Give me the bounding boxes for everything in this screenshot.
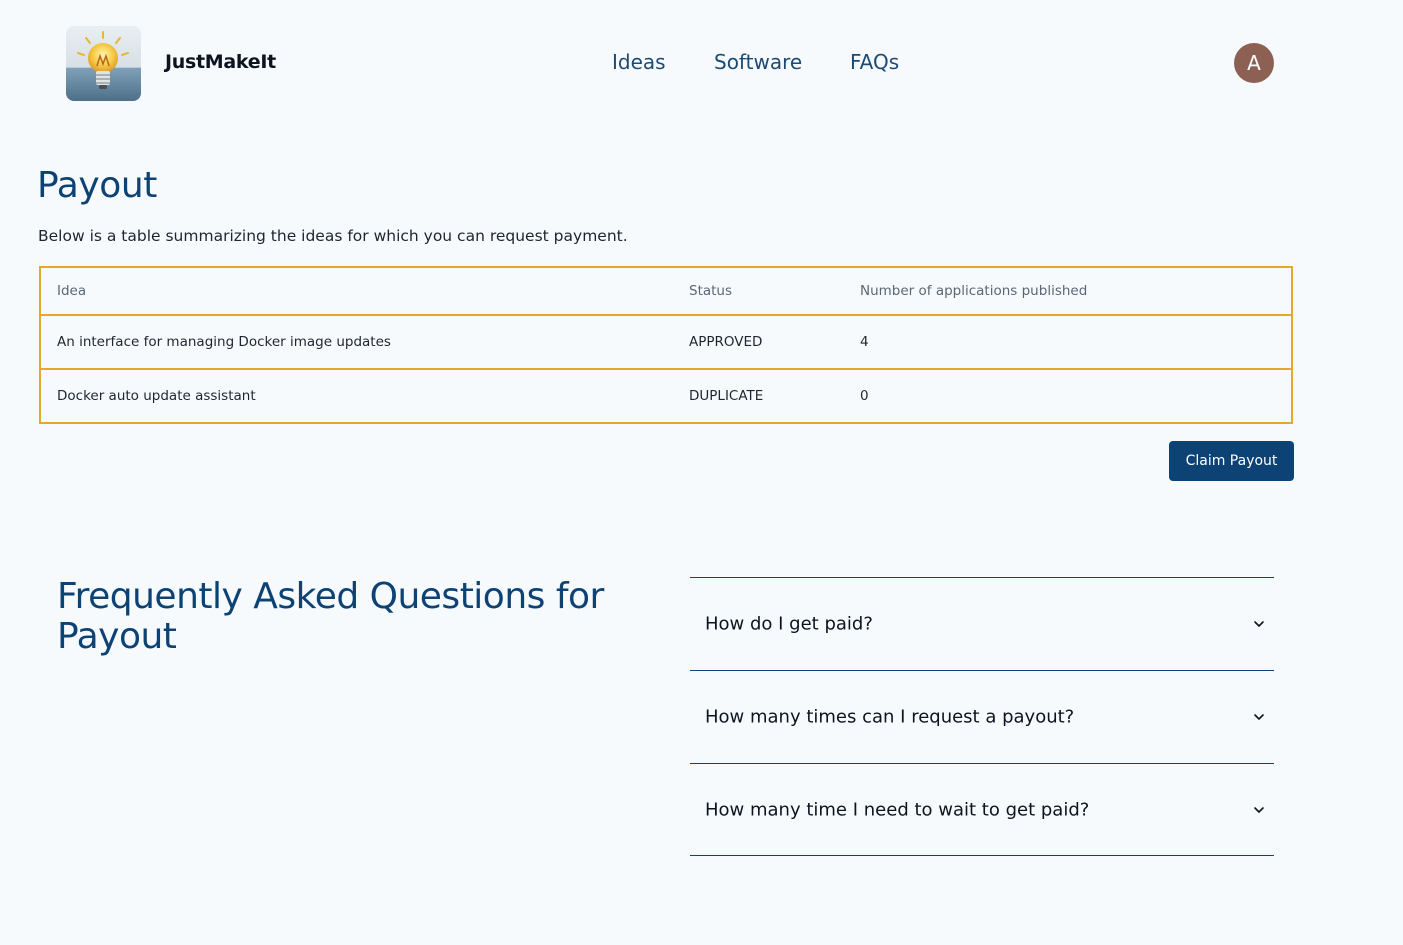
table-row: Docker auto update assistant DUPLICATE 0	[41, 370, 1291, 422]
faq-question: How many times can I request a payout?	[705, 706, 1075, 728]
faq-question: How do I get paid?	[705, 613, 873, 635]
nav-faqs[interactable]: FAQs	[850, 50, 899, 74]
payout-table: Idea Status Number of applications publi…	[39, 266, 1293, 424]
nav-ideas[interactable]: Ideas	[612, 50, 666, 74]
chevron-down-icon	[1254, 806, 1264, 813]
faq-title: Frequently Asked Questions for Payout	[57, 576, 604, 657]
table-row: An interface for managing Docker image u…	[41, 316, 1291, 370]
chevron-down-icon	[1254, 714, 1264, 720]
column-header-status: Status	[689, 283, 733, 299]
chevron-down-icon	[1254, 621, 1264, 627]
faq-item[interactable]: How many time I need to wait to get paid…	[690, 763, 1274, 856]
page-title: Payout	[37, 165, 158, 206]
page-description: Below is a table summarizing the ideas f…	[38, 227, 628, 245]
cell-applications: 4	[860, 334, 869, 350]
brand-name[interactable]: JustMakeIt	[165, 51, 276, 73]
cell-applications: 0	[860, 388, 869, 404]
column-header-applications: Number of applications published	[860, 283, 1088, 299]
claim-payout-button[interactable]: Claim Payout	[1169, 441, 1294, 481]
nav-software[interactable]: Software	[714, 50, 802, 74]
faq-item[interactable]: How do I get paid?	[690, 577, 1274, 670]
table-header-row: Idea Status Number of applications publi…	[41, 268, 1291, 316]
faq-item[interactable]: How many times can I request a payout?	[690, 670, 1274, 763]
cell-status: APPROVED	[689, 334, 763, 350]
faq-question: How many time I need to wait to get paid…	[705, 799, 1090, 820]
lightbulb-icon[interactable]	[66, 26, 141, 101]
column-header-idea: Idea	[57, 283, 87, 299]
avatar[interactable]: A	[1234, 43, 1274, 83]
site-header: JustMakeIt Ideas Software FAQs A	[0, 0, 1403, 125]
faq-accordion: How do I get paid? How many times can I …	[690, 577, 1274, 856]
cell-idea: An interface for managing Docker image u…	[57, 334, 391, 350]
cell-idea: Docker auto update assistant	[57, 388, 256, 404]
cell-status: DUPLICATE	[689, 388, 764, 404]
